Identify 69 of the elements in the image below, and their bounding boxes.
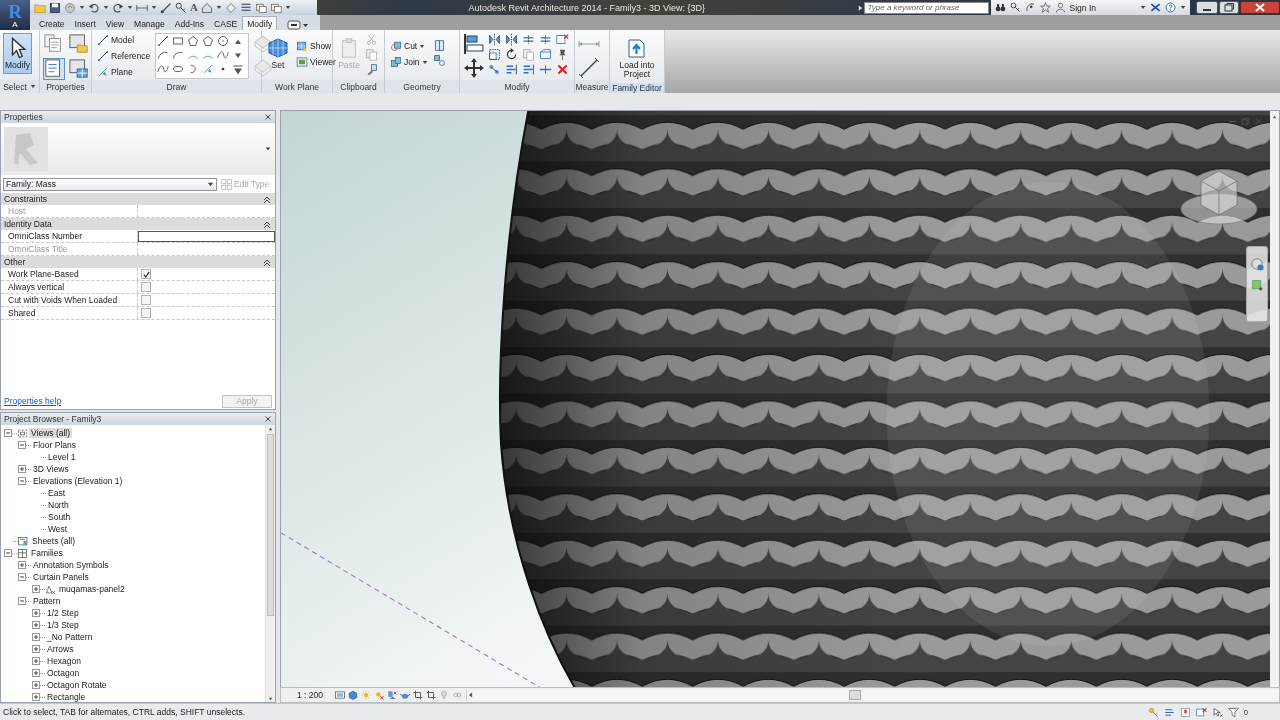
ribbon-tab[interactable]: Insert [69, 16, 101, 30]
tree-item[interactable]: 1/2 Step [45, 608, 81, 618]
panel-label: Properties [40, 80, 91, 93]
tree-item[interactable]: Rectangle [45, 692, 88, 702]
group-header[interactable]: Other [4, 257, 26, 267]
ribbon-button[interactable]: Join [388, 55, 430, 69]
ribbon-button[interactable]: Modify [3, 33, 33, 74]
type-selector[interactable]: Family: Mass [3, 177, 217, 191]
tree-item[interactable]: Octagon [45, 668, 82, 678]
tree-item[interactable]: Elevations (Elevation 1) [31, 476, 125, 486]
application-button[interactable]: R A [0, 0, 30, 30]
panel-label: Clipboard [333, 80, 384, 93]
ribbon-tab[interactable]: Modify [242, 16, 278, 30]
ribbon-button[interactable]: Show [294, 39, 338, 53]
group-header[interactable]: Constraints [4, 194, 47, 204]
ribbon-tab[interactable]: CASE [209, 16, 243, 30]
tree-item[interactable]: 3D Views [31, 464, 71, 474]
ribbon-button[interactable]: Plane [95, 65, 153, 79]
tree-item[interactable]: 1/3 Step [45, 620, 81, 630]
property-label: OmniClass Title [1, 243, 138, 255]
panel-label: Modify [460, 80, 574, 93]
panel-label: Work Plane [262, 80, 332, 93]
view-scale[interactable]: 1 : 200 [281, 690, 331, 700]
property-label: Work Plane-Based [1, 268, 138, 280]
tree-item[interactable]: West [46, 524, 70, 534]
ribbon-tab[interactable]: Add-Ins [169, 16, 210, 30]
ribbon-button[interactable]: Reference [95, 49, 153, 63]
tree-item[interactable]: Hexagon [45, 656, 84, 666]
tree-item[interactable]: muqamas-panel2 [57, 584, 127, 594]
panel-label: Select [0, 80, 39, 93]
search-field[interactable]: Type a keyword or phrase [863, 1, 989, 14]
tree-item[interactable]: South [46, 512, 73, 522]
panel-title: Properties [4, 112, 43, 122]
tree-item[interactable]: Annotation Symbols [31, 560, 111, 570]
property-label: Host [1, 205, 138, 217]
tree-item[interactable]: Families [29, 548, 65, 558]
status-message: Click to select, TAB for alternates, CTRL adds, SHIFT unselects. [2, 707, 247, 717]
tree-item[interactable]: East [46, 488, 67, 498]
tree-item[interactable]: Arrows [45, 644, 76, 654]
tree-item[interactable]: Views (all) [29, 428, 73, 438]
ribbon-tab[interactable]: Manage [129, 16, 170, 30]
tree-item[interactable]: _No Pattern [45, 632, 95, 642]
ribbon-button[interactable]: Set [265, 33, 291, 74]
tree-item[interactable]: Curtain Panels [31, 572, 91, 582]
tree-item[interactable]: Sheets (all) [30, 536, 77, 546]
text-tool-button[interactable]: A [190, 1, 198, 14]
ribbon-button[interactable]: Viewer [294, 55, 338, 69]
ribbon-button[interactable]: Model [95, 33, 153, 47]
tree-item[interactable]: Octagon Rotate [45, 680, 109, 690]
panel-label: Family Editor [610, 83, 664, 93]
ribbon-button[interactable]: Load into Project [613, 33, 661, 83]
tree-item[interactable]: Pattern [31, 596, 63, 606]
property-label: Always vertical [1, 281, 138, 293]
ribbon-tab[interactable]: View [100, 16, 130, 30]
property-label: Shared [1, 307, 138, 319]
window-title: Autodesk Revit Architecture 2014 - Family3 - 3D View: {3D} [467, 2, 706, 13]
panel-label: Geometry [385, 80, 459, 93]
tree-item[interactable]: North [46, 500, 71, 510]
ribbon-button[interactable]: Cut [388, 39, 430, 53]
panel-label: Measure [575, 80, 609, 93]
panel-title: Project Browser - Family3 [4, 414, 102, 424]
tree-item[interactable]: Floor Plans [31, 440, 78, 450]
help-link[interactable]: Properties help [4, 396, 62, 406]
ribbon-tab[interactable]: Create [34, 16, 70, 30]
tree-item[interactable]: Level 1 [46, 452, 78, 462]
group-header[interactable]: Identity Data [4, 219, 52, 229]
panel-label: Draw [92, 80, 261, 93]
property-label: Cut with Voids When Loaded [1, 294, 138, 306]
sign-in-link[interactable]: Sign In [1069, 2, 1096, 13]
